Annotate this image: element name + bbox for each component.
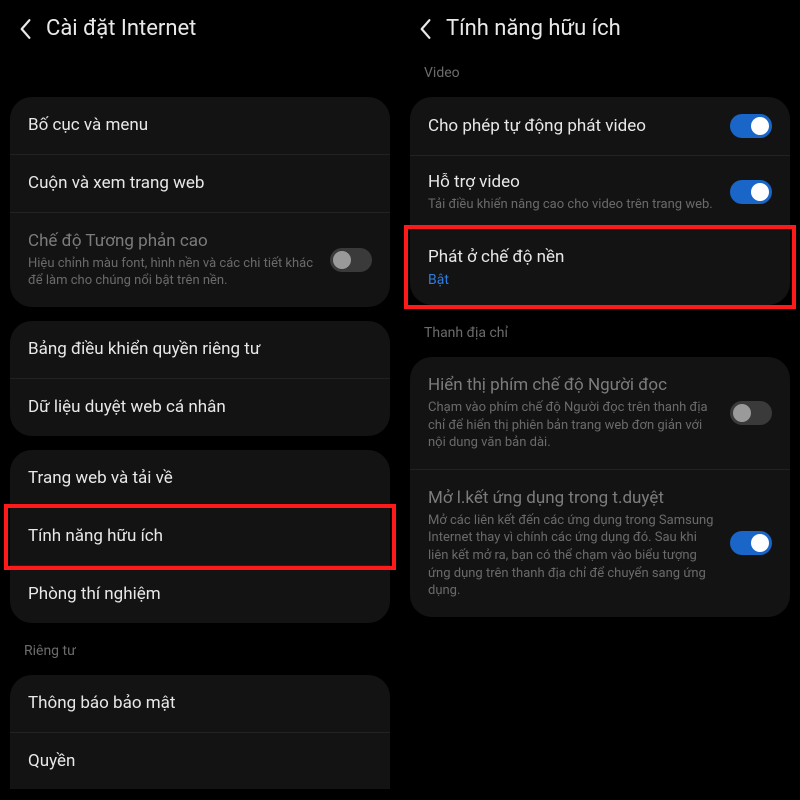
header: Tính năng hữu ích (400, 0, 800, 59)
row-background-play[interactable]: Phát ở chế độ nền Bật (410, 229, 790, 305)
row-label: Mở l.kết ứng dụng trong t.duyệt (428, 487, 718, 510)
row-scroll[interactable]: Cuộn và xem trang web (10, 155, 390, 213)
row-label: Dữ liệu duyệt web cá nhân (28, 396, 372, 419)
section-label-privacy: Riêng tư (0, 637, 400, 667)
row-label: Quyền (28, 750, 372, 773)
group-video: Cho phép tự động phát video Hỗ trợ video… (410, 97, 790, 305)
row-label: Tính năng hữu ích (28, 525, 372, 548)
page-title: Tính năng hữu ích (446, 16, 621, 41)
row-label: Cho phép tự động phát video (428, 115, 718, 138)
group-address-bar: Hiển thị phím chế độ Người đọc Chạm vào … (410, 357, 790, 616)
page-title: Cài đặt Internet (46, 16, 196, 41)
back-icon[interactable] (414, 18, 436, 40)
row-label: Thông báo bảo mật (28, 692, 372, 715)
settings-panel-left: Cài đặt Internet Bố cục và menu Cuộn và … (0, 0, 400, 800)
row-sublabel: Chạm vào phím chế độ Người đọc trên than… (428, 399, 718, 452)
row-label: Hỗ trợ video (428, 171, 718, 194)
toggle-open-app-links[interactable] (730, 531, 772, 555)
header: Cài đặt Internet (0, 0, 400, 59)
toggle-reader-key[interactable] (730, 401, 772, 425)
toggle-autoplay[interactable] (730, 114, 772, 138)
row-label: Phòng thí nghiệm (28, 583, 372, 606)
row-reader-mode-key[interactable]: Hiển thị phím chế độ Người đọc Chạm vào … (410, 357, 790, 470)
group-features: Trang web và tải về Tính năng hữu ích Ph… (10, 450, 390, 623)
row-label: Trang web và tải về (28, 467, 372, 490)
toggle-high-contrast[interactable] (330, 248, 372, 272)
group-privacy: Thông báo bảo mật Quyền (10, 675, 390, 790)
group-privacy-controls: Bảng điều khiển quyền riêng tư Dữ liệu d… (10, 321, 390, 436)
row-high-contrast[interactable]: Chế độ Tương phản cao Hiệu chỉnh màu fon… (10, 213, 390, 307)
toggle-video-assist[interactable] (730, 180, 772, 204)
row-open-app-links[interactable]: Mở l.kết ứng dụng trong t.duyệt Mở các l… (410, 470, 790, 617)
row-label: Bảng điều khiển quyền riêng tư (28, 338, 372, 361)
row-label: Phát ở chế độ nền (428, 246, 772, 269)
row-video-assist[interactable]: Hỗ trợ video Tải điều khiển nâng cao cho… (410, 156, 790, 229)
back-icon[interactable] (14, 18, 36, 40)
row-label: Bố cục và menu (28, 114, 372, 137)
row-sublabel: Mở các liên kết đến các ứng dụng trong S… (428, 512, 718, 600)
row-value: Bật (428, 272, 772, 288)
section-label-address: Thanh địa chỉ (400, 319, 800, 349)
row-labs[interactable]: Phòng thí nghiệm (10, 566, 390, 623)
row-personal-browsing[interactable]: Dữ liệu duyệt web cá nhân (10, 379, 390, 436)
row-permissions[interactable]: Quyền (10, 733, 390, 790)
row-sublabel: Tải điều khiển nâng cao cho video trên t… (428, 196, 718, 214)
row-sites-downloads[interactable]: Trang web và tải về (10, 450, 390, 508)
row-privacy-dashboard[interactable]: Bảng điều khiển quyền riêng tư (10, 321, 390, 379)
row-layout-menu[interactable]: Bố cục và menu (10, 97, 390, 155)
group-layout: Bố cục và menu Cuộn và xem trang web Chế… (10, 97, 390, 307)
row-security-notice[interactable]: Thông báo bảo mật (10, 675, 390, 733)
settings-panel-right: Tính năng hữu ích Video Cho phép tự động… (400, 0, 800, 800)
row-useful-features[interactable]: Tính năng hữu ích (10, 508, 390, 566)
row-label: Cuộn và xem trang web (28, 172, 372, 195)
row-label: Chế độ Tương phản cao (28, 230, 318, 253)
row-autoplay-video[interactable]: Cho phép tự động phát video (410, 97, 790, 156)
row-sublabel: Hiệu chỉnh màu font, hình nền và các chi… (28, 255, 318, 290)
row-label: Hiển thị phím chế độ Người đọc (428, 374, 718, 397)
section-label-video: Video (400, 59, 800, 89)
